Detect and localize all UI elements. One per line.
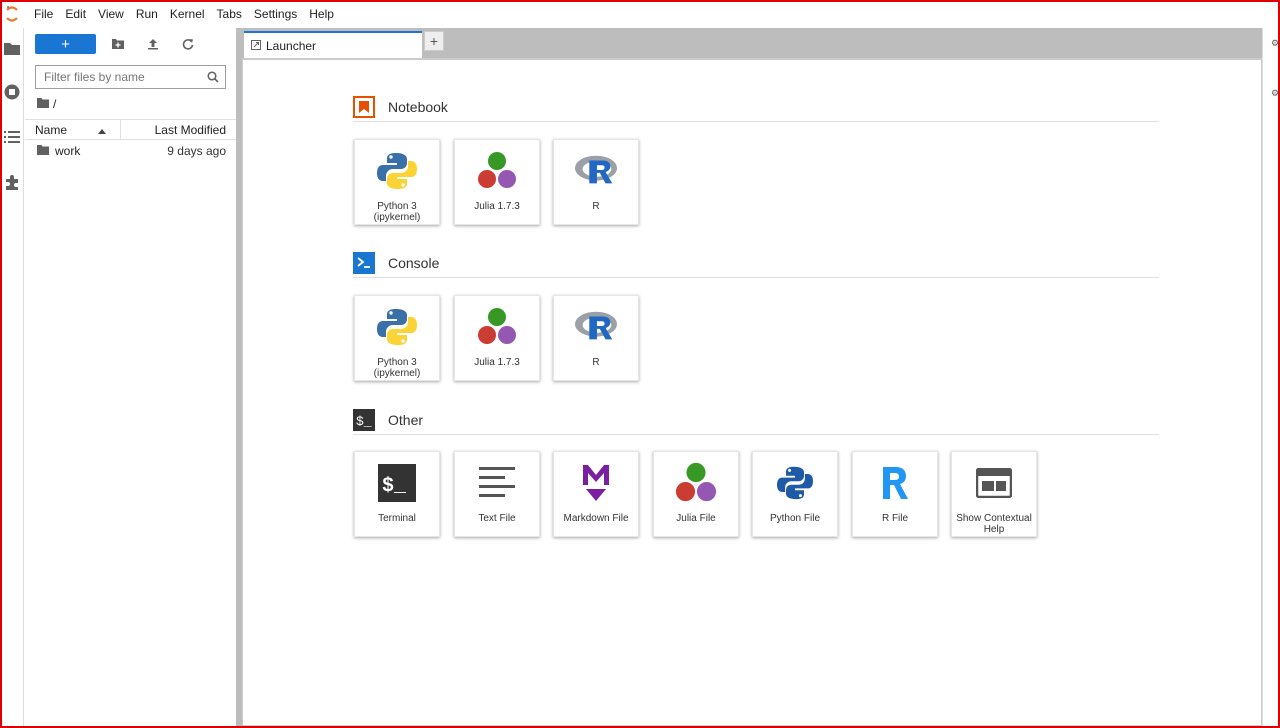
markdown-icon <box>574 461 618 505</box>
tab-bar: Launcher + <box>242 28 1262 58</box>
file-name: work <box>55 144 81 158</box>
upload-icon[interactable] <box>138 34 168 54</box>
file-browser-panel: + / Name Last Modified <box>25 28 236 726</box>
table-of-contents-icon[interactable] <box>2 127 22 147</box>
text-file-icon <box>475 461 519 505</box>
terminal-icon: $_ <box>375 461 419 505</box>
running-kernels-icon[interactable] <box>2 82 22 102</box>
notebook-icon <box>353 95 375 118</box>
console-python3-card[interactable]: Python 3 (ipykernel) <box>354 295 440 381</box>
filter-files-input[interactable] <box>44 70 204 84</box>
file-browser-folder-icon[interactable] <box>2 38 22 58</box>
contextual-help-icon <box>972 461 1016 505</box>
section-title: Notebook <box>388 98 448 115</box>
new-launcher-button[interactable]: + <box>35 34 96 54</box>
menu-kernel[interactable]: Kernel <box>164 0 211 28</box>
terminal-icon: $_ <box>353 408 375 431</box>
left-activity-bar <box>2 28 24 726</box>
sort-caret-up-icon <box>98 123 106 137</box>
python-file-card[interactable]: Python File <box>752 451 838 537</box>
markdown-file-card[interactable]: Markdown File <box>553 451 639 537</box>
home-folder-icon[interactable] <box>37 97 49 111</box>
notebook-python3-card[interactable]: Python 3 (ipykernel) <box>354 139 440 225</box>
property-inspector-icon[interactable]: ⚙ <box>1271 38 1279 49</box>
filter-files-field[interactable] <box>35 65 226 89</box>
extensions-puzzle-icon[interactable] <box>2 172 22 192</box>
name-column-label: Name <box>35 122 68 137</box>
last-modified-column-header[interactable]: Last Modified <box>121 120 236 139</box>
julia-logo-icon <box>475 149 519 193</box>
notebook-section-header: Notebook <box>353 92 1159 122</box>
python-logo-icon <box>375 149 419 193</box>
notebook-r-card[interactable]: R <box>553 139 639 225</box>
launcher-panel: Notebook Python 3 (ipykernel) Julia 1.7.… <box>242 58 1262 726</box>
julia-logo-icon <box>674 461 718 505</box>
r-file-card[interactable]: R File <box>852 451 938 537</box>
card-label: Julia 1.7.3 <box>474 357 520 368</box>
julia-logo-icon <box>475 305 519 349</box>
card-label: Terminal <box>378 513 416 524</box>
right-sidebar: ⚙ ⚙ <box>1262 28 1280 726</box>
card-label: Markdown File <box>563 513 629 524</box>
file-modified: 9 days ago <box>167 144 226 158</box>
python-file-icon <box>773 461 817 505</box>
card-label: Python File <box>769 513 821 524</box>
new-folder-icon[interactable] <box>103 34 133 54</box>
launcher-tab-icon <box>251 39 261 53</box>
card-label: R <box>592 201 600 212</box>
refresh-icon[interactable] <box>173 34 203 54</box>
jupyter-logo-icon <box>0 0 24 28</box>
section-title: Other <box>388 411 424 428</box>
section-title: Console <box>388 254 440 271</box>
console-r-card[interactable]: R <box>553 295 639 381</box>
other-section-header: $_ Other <box>353 405 1159 435</box>
r-logo-icon <box>574 305 618 349</box>
card-label: Julia 1.7.3 <box>474 201 520 212</box>
r-logo-icon <box>574 149 618 193</box>
add-tab-button[interactable]: + <box>424 31 444 51</box>
card-label: Show Contextual Help <box>956 513 1032 535</box>
breadcrumb-root[interactable]: / <box>53 97 56 111</box>
console-julia-card[interactable]: Julia 1.7.3 <box>454 295 540 381</box>
breadcrumb: / <box>37 96 56 112</box>
menu-bar: File Edit View Run Kernel Tabs Settings … <box>0 0 1280 28</box>
folder-icon <box>37 144 49 158</box>
menu-run[interactable]: Run <box>130 0 164 28</box>
menu-edit[interactable]: Edit <box>59 0 92 28</box>
card-label: Python 3 (ipykernel) <box>373 201 421 223</box>
svg-text:$_: $_ <box>356 414 372 429</box>
svg-text:$_: $_ <box>382 475 407 498</box>
main-dock-area: Launcher + Notebook Python 3 (ipykernel)… <box>242 28 1262 726</box>
text-file-card[interactable]: Text File <box>454 451 540 537</box>
console-icon <box>353 251 375 274</box>
card-label: R <box>592 357 600 368</box>
console-section-header: Console <box>353 248 1159 278</box>
last-modified-label: Last Modified <box>154 122 226 137</box>
julia-file-card[interactable]: Julia File <box>653 451 739 537</box>
debugger-icon[interactable]: ⚙ <box>1271 88 1279 99</box>
menu-view[interactable]: View <box>92 0 130 28</box>
menu-settings[interactable]: Settings <box>248 0 303 28</box>
file-list-item[interactable]: work 9 days ago <box>25 142 236 160</box>
menu-help[interactable]: Help <box>303 0 340 28</box>
notebook-julia-card[interactable]: Julia 1.7.3 <box>454 139 540 225</box>
python-logo-icon <box>375 305 419 349</box>
r-file-icon <box>873 461 917 505</box>
tab-launcher[interactable]: Launcher <box>244 31 422 58</box>
terminal-card[interactable]: $_ Terminal <box>354 451 440 537</box>
search-icon <box>207 71 219 86</box>
menu-tabs[interactable]: Tabs <box>211 0 248 28</box>
card-label: R File <box>881 513 909 524</box>
contextual-help-card[interactable]: Show Contextual Help <box>951 451 1037 537</box>
menu-file[interactable]: File <box>28 0 59 28</box>
name-column-header[interactable]: Name <box>25 120 121 139</box>
card-label: Python 3 (ipykernel) <box>373 357 421 379</box>
tab-label: Launcher <box>266 38 317 53</box>
card-label: Julia File <box>676 513 716 524</box>
file-browser-toolbar: + <box>35 33 235 55</box>
file-list-header: Name Last Modified <box>25 119 236 140</box>
card-label: Text File <box>478 513 516 524</box>
